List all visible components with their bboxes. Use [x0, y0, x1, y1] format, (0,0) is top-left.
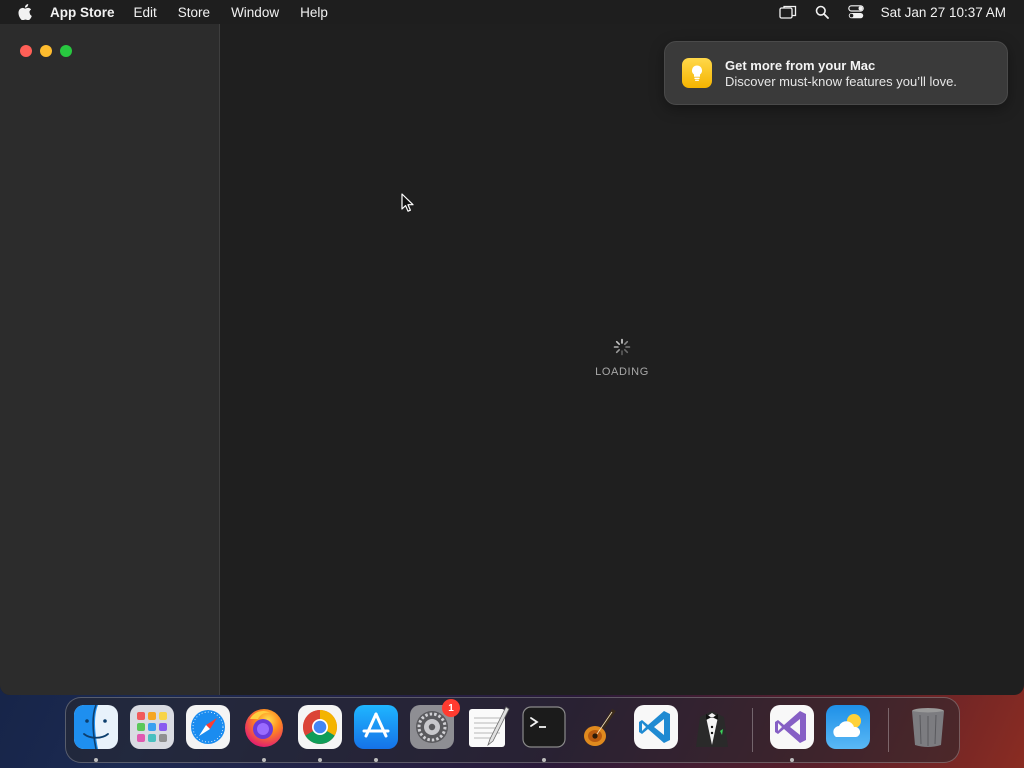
dock-separator [752, 708, 753, 752]
dock-textedit-icon[interactable] [466, 705, 510, 749]
app-store-window: LOADING [0, 24, 1024, 695]
tips-notification[interactable]: Get more from your Mac Discover must-kno… [664, 41, 1008, 105]
menu-bar-clock[interactable]: Sat Jan 27 10:37 AM [881, 5, 1006, 20]
dock-bartender-icon[interactable] [690, 705, 734, 749]
screen-mirroring-icon[interactable] [779, 4, 797, 20]
apple-menu-icon[interactable] [18, 4, 34, 20]
dock-trash-icon[interactable] [906, 705, 950, 749]
chrome-running-indicator [318, 758, 322, 762]
loading-label: LOADING [595, 366, 649, 378]
dock-garageband-icon[interactable] [578, 705, 622, 749]
minimize-window-button[interactable] [40, 45, 52, 57]
sidebar [0, 24, 220, 695]
dock-firefox-icon[interactable] [242, 705, 286, 749]
dock-vscode-icon[interactable] [634, 705, 678, 749]
terminal-running-indicator [542, 758, 546, 762]
dock-terminal-icon[interactable] [522, 705, 566, 749]
dock-visual-studio-icon[interactable] [770, 705, 814, 749]
notification-body: Discover must-know features you’ll love. [725, 73, 957, 89]
dock-separator-trash [888, 708, 889, 752]
dock-launchpad-icon[interactable] [130, 705, 174, 749]
notification-badge: 1 [442, 699, 460, 717]
control-center-icon[interactable] [847, 4, 865, 20]
dock-system-settings-icon[interactable]: 1 [410, 699, 460, 749]
notification-title: Get more from your Mac [725, 57, 876, 73]
dock: 1 [65, 697, 960, 763]
visual-studio-running-indicator [790, 758, 794, 762]
notification-text: Get more from your Mac Discover must-kno… [725, 58, 957, 89]
menu-help[interactable]: Help [300, 5, 328, 20]
loading-indicator: LOADING [570, 338, 674, 378]
lightbulb-icon [682, 58, 712, 88]
app-name-menu[interactable]: App Store [50, 5, 115, 20]
dock-app-store-icon[interactable] [354, 705, 398, 749]
dock-chrome-icon[interactable] [298, 705, 342, 749]
menu-bar-status-area: Sat Jan 27 10:37 AM [763, 0, 1024, 24]
menu-window[interactable]: Window [231, 5, 279, 20]
dock-weather-icon[interactable] [826, 705, 870, 749]
menu-edit[interactable]: Edit [134, 5, 157, 20]
search-icon[interactable] [813, 4, 831, 20]
menu-bar: App Store Edit Store Window Help Sat Jan… [0, 0, 1024, 24]
app-store-running-indicator [374, 758, 378, 762]
spinner-icon [613, 338, 631, 356]
close-window-button[interactable] [20, 45, 32, 57]
dock-safari-icon[interactable] [186, 705, 230, 749]
finder-running-indicator [94, 758, 98, 762]
dock-finder-icon[interactable] [74, 705, 118, 749]
firefox-running-indicator [262, 758, 266, 762]
mouse-pointer-icon [401, 193, 415, 213]
menu-store[interactable]: Store [178, 5, 210, 20]
maximize-window-button[interactable] [60, 45, 72, 57]
